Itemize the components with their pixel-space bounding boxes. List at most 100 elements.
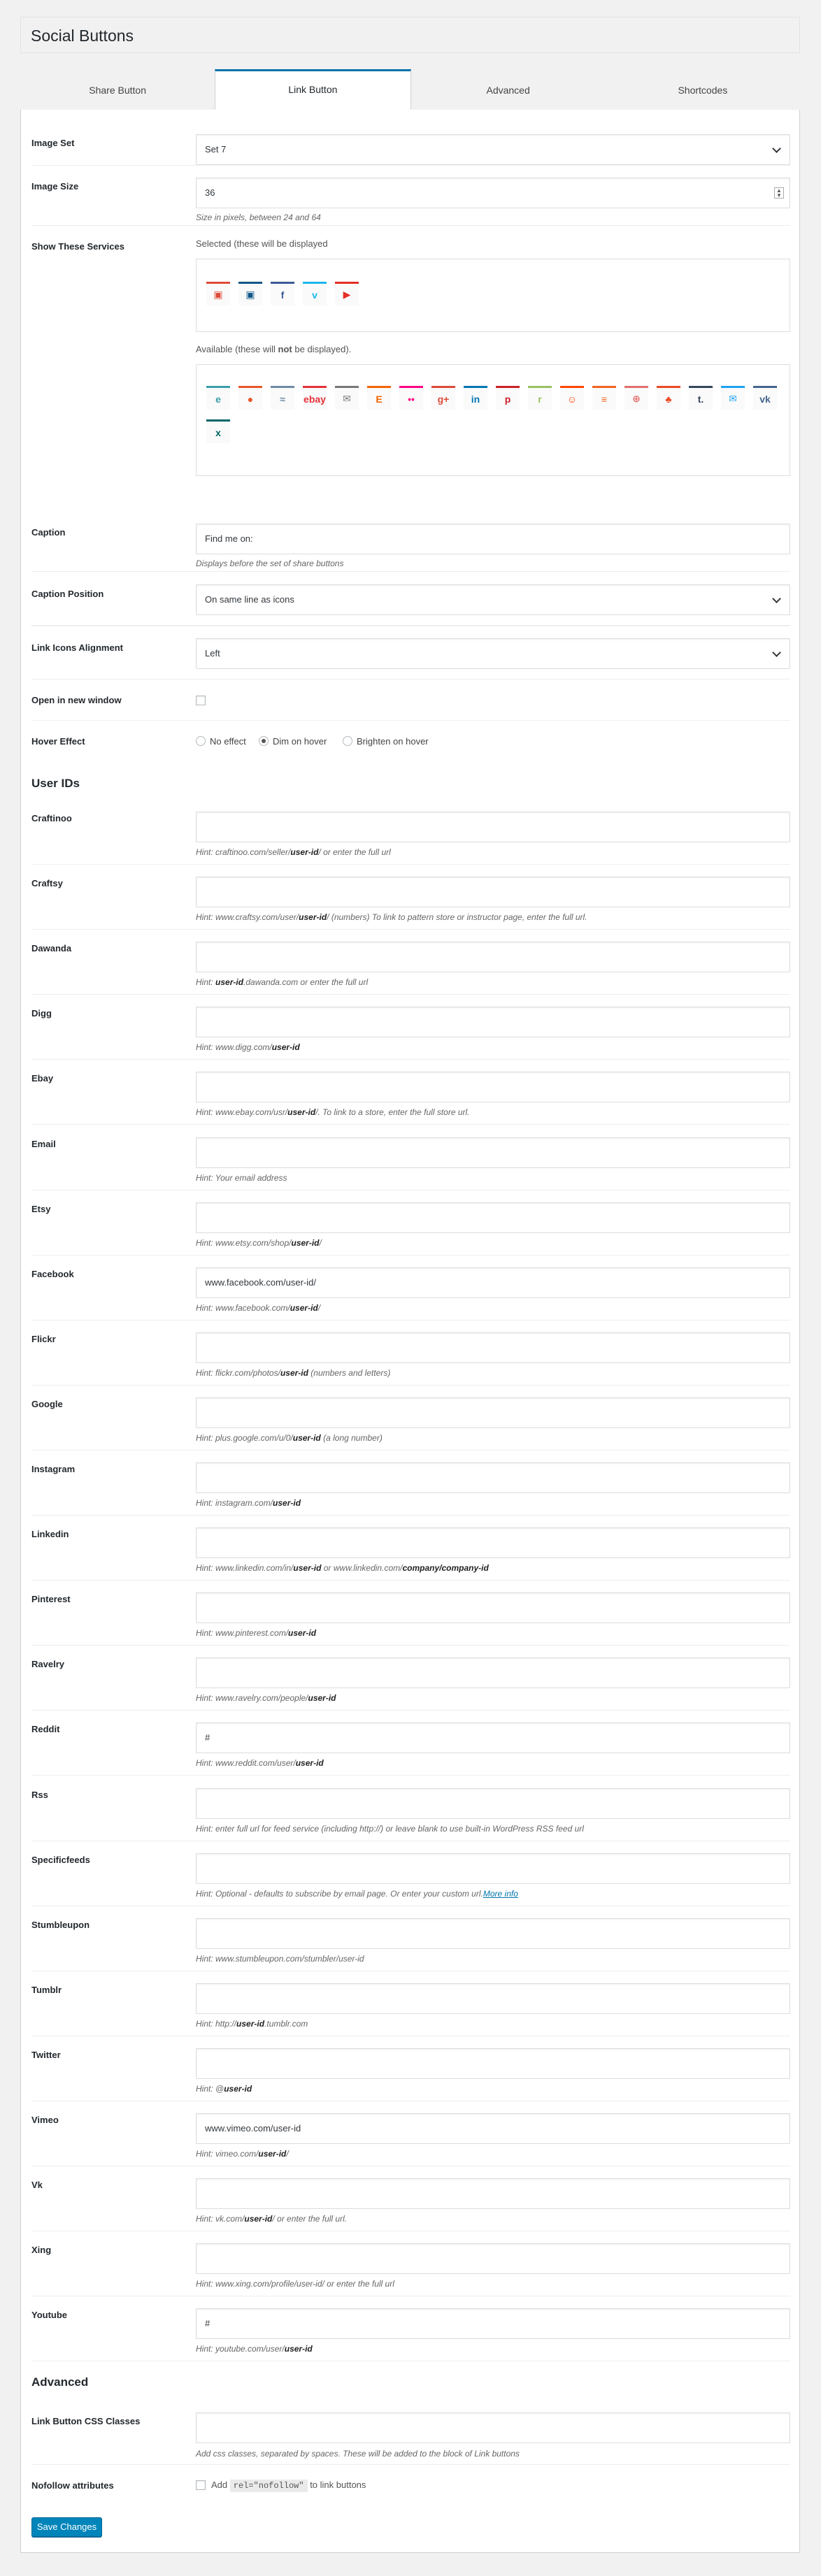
number-spinner[interactable]: ▲ ▼ xyxy=(774,187,784,199)
google-icon[interactable]: g+ xyxy=(431,386,455,410)
row-userid-etsy: Etsy Hint: www.etsy.com/shop/user-id/ xyxy=(31,1190,790,1255)
advanced-heading: Advanced xyxy=(31,2375,89,2389)
instagram-userid-input[interactable] xyxy=(196,1462,790,1493)
vk-hint: Hint: vk.com/user-id/ or enter the full … xyxy=(196,2214,348,2224)
etsy-icon[interactable]: E xyxy=(367,386,391,410)
craftsy-userid-input[interactable] xyxy=(196,877,790,907)
twitter-hint: Hint: @user-id xyxy=(196,2084,252,2094)
stumbleupon-userid-input[interactable] xyxy=(196,1918,790,1949)
instagram-hint: Hint: instagram.com/user-id xyxy=(196,1498,301,1508)
specificfeeds-icon[interactable]: ⊕ xyxy=(624,386,648,410)
linkedin-hint: Hint: www.linkedin.com/in/user-id or www… xyxy=(196,1563,489,1573)
vimeo-hint: Hint: vimeo.com/user-id/ xyxy=(196,2149,289,2159)
vimeo-glyph: v xyxy=(312,289,317,301)
flickr-icon[interactable]: •• xyxy=(399,386,423,410)
facebook-label: Facebook xyxy=(31,1269,74,1279)
twitter-icon[interactable]: ✉ xyxy=(721,386,745,410)
email-userid-input[interactable] xyxy=(196,1137,790,1168)
ravelry-userid-input[interactable] xyxy=(196,1657,790,1688)
google-glyph: g+ xyxy=(437,393,450,405)
ebay-icon[interactable]: ebay xyxy=(303,386,327,410)
row-userid-vk: Vk Hint: vk.com/user-id/ or enter the ful… xyxy=(31,2166,790,2231)
vk-userid-input[interactable] xyxy=(196,2178,790,2209)
hover-dim-radio[interactable] xyxy=(259,736,269,746)
page-header: Social Buttons xyxy=(20,17,800,53)
selected-services-box[interactable]: ▣ ▣ f v ▶ xyxy=(196,259,790,332)
vimeo-label: Vimeo xyxy=(31,2115,59,2125)
tumblr-hint: Hint: http://user-id.tumblr.com xyxy=(196,2019,308,2029)
save-changes-button[interactable]: Save Changes xyxy=(31,2517,102,2537)
image-size-input[interactable]: 36 ▲ ▼ xyxy=(196,178,790,208)
digg-hint: Hint: www.digg.com/user-id xyxy=(196,1042,300,1052)
alignment-select[interactable]: Left xyxy=(196,638,790,669)
xing-label: Xing xyxy=(31,2245,52,2255)
tab-shortcodes[interactable]: Shortcodes xyxy=(606,71,800,110)
vk-icon[interactable]: vk xyxy=(753,386,777,410)
caption-input[interactable]: Find me on: xyxy=(196,524,790,554)
hover-brighten-radio[interactable] xyxy=(343,736,352,746)
reddit-icon[interactable]: ☺ xyxy=(560,386,584,410)
row-userid-rss: Rss Hint: enter full url for feed service… xyxy=(31,1776,790,1841)
caption-position-select[interactable]: On same line as icons xyxy=(196,584,790,615)
facebook-userid-input[interactable]: www.facebook.com/user-id/ xyxy=(196,1267,790,1298)
tab-link-button[interactable]: Link Button xyxy=(215,69,411,110)
youtube-userid-input[interactable]: # xyxy=(196,2308,790,2339)
craftinoo-userid-input[interactable] xyxy=(196,812,790,842)
page-title: Social Buttons xyxy=(31,27,134,45)
stumbleupon-icon[interactable]: ♣ xyxy=(657,386,680,410)
available-services-box[interactable]: e ● ≈ ebay ✉ E •• g+ in p r ☺ ≡ ⊕ ♣ t. ✉ vk x xyxy=(196,364,790,476)
pinterest-userid-input[interactable] xyxy=(196,1592,790,1623)
pinterest-icon[interactable]: p xyxy=(496,386,520,410)
row-css-classes: Link Button CSS Classes Add css classes,… xyxy=(31,2401,790,2465)
new-window-label: Open in new window xyxy=(31,695,122,705)
tab-advanced[interactable]: Advanced xyxy=(411,71,606,110)
email-lock-icon[interactable]: ▣ xyxy=(206,282,230,305)
craftinoo-icon[interactable]: e xyxy=(206,386,230,410)
linkedin-glyph: in xyxy=(471,393,480,405)
ravelry-icon[interactable]: r xyxy=(528,386,552,410)
css-classes-input[interactable] xyxy=(196,2412,790,2443)
reddit-userid-input[interactable]: # xyxy=(196,1722,790,1753)
xing-icon[interactable]: x xyxy=(206,419,230,443)
craftsy-icon[interactable]: ● xyxy=(238,386,262,410)
etsy-userid-input[interactable] xyxy=(196,1202,790,1233)
nofollow-checkbox[interactable] xyxy=(196,2480,206,2490)
rss-icon[interactable]: ≡ xyxy=(592,386,616,410)
flickr-userid-input[interactable] xyxy=(196,1332,790,1363)
tumblr-icon[interactable]: t. xyxy=(689,386,713,410)
image-set-select[interactable]: Set 7 xyxy=(196,134,790,165)
facebook-icon[interactable]: f xyxy=(271,282,294,305)
row-userid-specificfeeds: Specificfeeds Hint: Optional - defaults t… xyxy=(31,1841,790,1906)
row-userid-stumbleupon: Stumbleupon Hint: www.stumbleupon.com/stu… xyxy=(31,1906,790,1971)
xing-userid-input[interactable] xyxy=(196,2243,790,2274)
more-info-link[interactable]: More info xyxy=(483,1889,518,1899)
hover-no-effect-radio[interactable] xyxy=(196,736,206,746)
flickr-hint: Hint: flickr.com/photos/user-id (numbers… xyxy=(196,1368,391,1378)
digg-userid-input[interactable] xyxy=(196,1007,790,1037)
youtube-icon[interactable]: ▶ xyxy=(335,282,359,305)
vimeo-icon[interactable]: v xyxy=(303,282,327,305)
dawanda-glyph: ≈ xyxy=(280,393,285,405)
new-window-checkbox[interactable] xyxy=(196,696,206,705)
twitter-userid-input[interactable] xyxy=(196,2048,790,2079)
dawanda-icon[interactable]: ≈ xyxy=(271,386,294,410)
row-userid-tumblr: Tumblr Hint: http://user-id.tumblr.com xyxy=(31,1971,790,2036)
rss-userid-input[interactable] xyxy=(196,1788,790,1819)
ebay-userid-input[interactable] xyxy=(196,1072,790,1102)
vimeo-userid-input[interactable]: www.vimeo.com/user-id xyxy=(196,2113,790,2144)
email-icon[interactable]: ✉ xyxy=(335,386,359,410)
flickr-label: Flickr xyxy=(31,1334,56,1344)
craftinoo-glyph: e xyxy=(215,393,221,405)
specificfeeds-userid-input[interactable] xyxy=(196,1853,790,1884)
dawanda-userid-input[interactable] xyxy=(196,942,790,972)
ravelry-label: Ravelry xyxy=(31,1659,64,1669)
linkedin-icon[interactable]: in xyxy=(464,386,487,410)
etsy-label: Etsy xyxy=(31,1204,51,1214)
instagram-icon[interactable]: ▣ xyxy=(238,282,262,305)
tab-share-button[interactable]: Share Button xyxy=(20,71,215,110)
google-userid-input[interactable] xyxy=(196,1397,790,1428)
row-caption-position: Caption Position On same line as icons xyxy=(31,572,790,626)
tumblr-userid-input[interactable] xyxy=(196,1983,790,2014)
linkedin-userid-input[interactable] xyxy=(196,1527,790,1558)
flickr-glyph: •• xyxy=(408,393,415,405)
